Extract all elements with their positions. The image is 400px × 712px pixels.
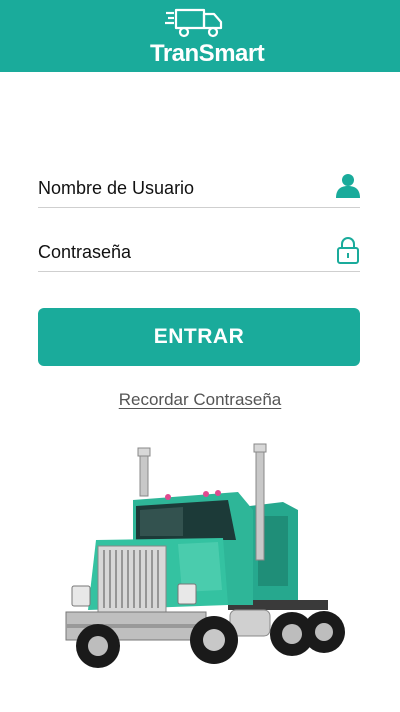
password-field[interactable]: Contraseña (38, 230, 360, 272)
login-button[interactable]: ENTRAR (38, 308, 360, 366)
brand-logo: TranSmart (150, 4, 265, 67)
app-header: TranSmart (0, 0, 400, 72)
remember-password-link[interactable]: Recordar Contraseña (119, 390, 282, 409)
remember-password-link-wrapper: Recordar Contraseña (0, 390, 400, 410)
truck-icon (165, 8, 223, 38)
brand-name: TranSmart (150, 40, 265, 67)
user-icon (336, 174, 360, 198)
password-input[interactable]: Contraseña (38, 242, 131, 263)
lock-icon (337, 237, 359, 264)
username-input[interactable]: Nombre de Usuario (38, 178, 194, 199)
truck-image (65, 443, 345, 668)
username-field[interactable]: Nombre de Usuario (38, 166, 360, 208)
